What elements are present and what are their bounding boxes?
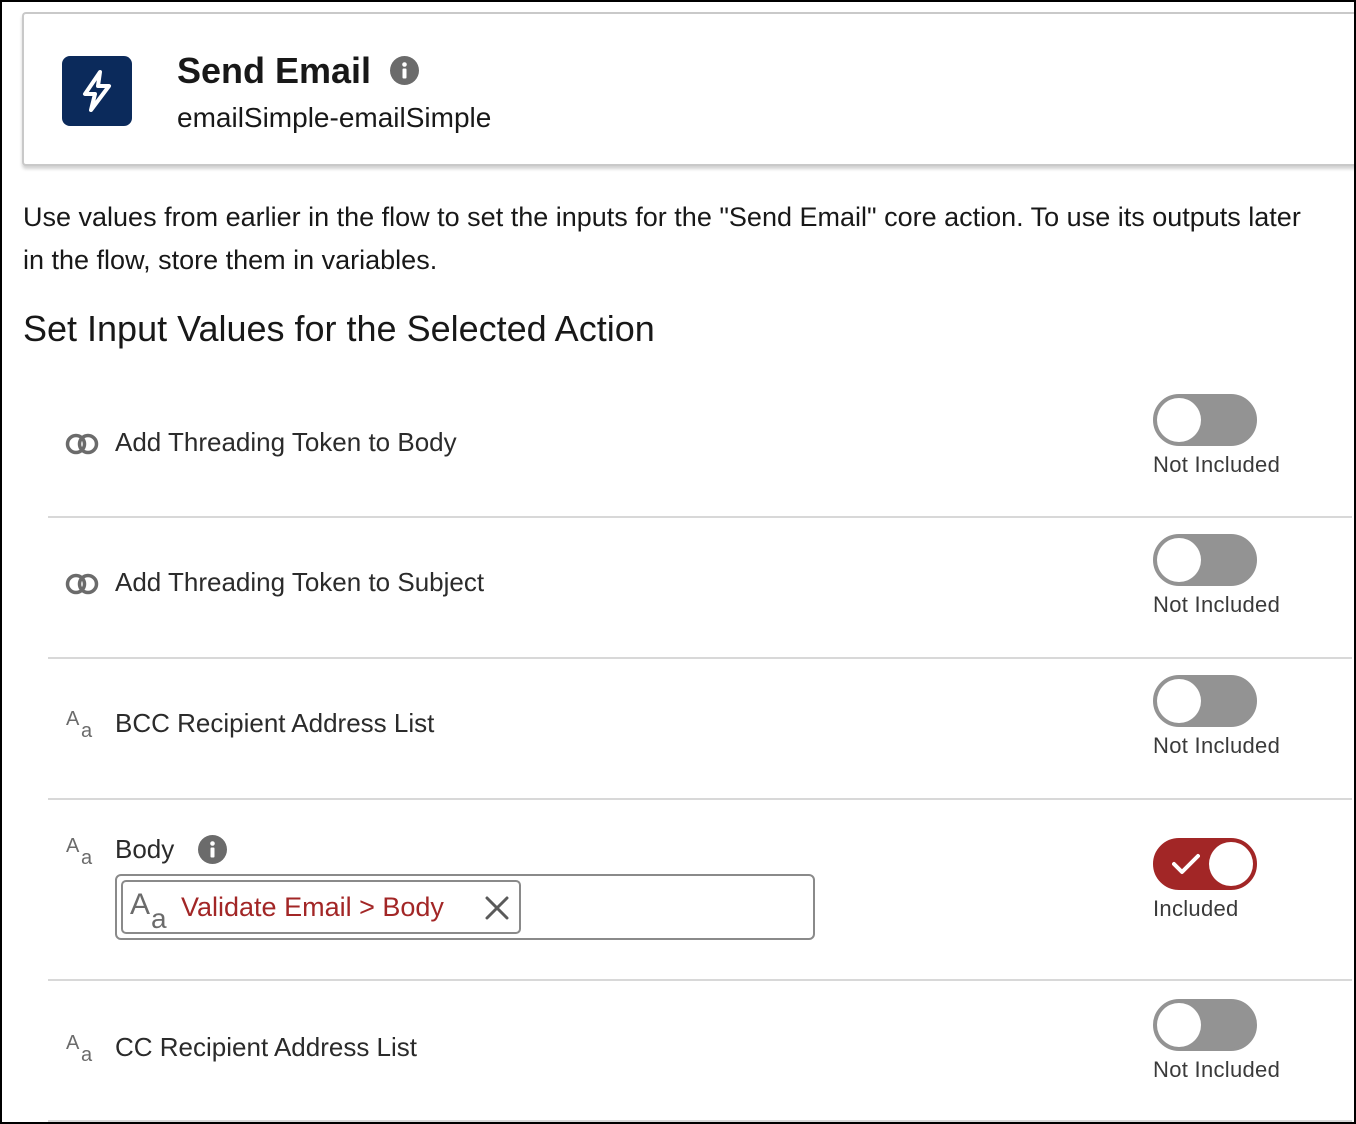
text-type-icon: A a: [66, 708, 93, 741]
include-toggle[interactable]: [1153, 534, 1257, 586]
svg-text:A: A: [130, 888, 150, 921]
input-row-add-threading-token-body: Add Threading Token to Body Not Included: [48, 378, 1352, 518]
close-icon[interactable]: [483, 894, 511, 922]
toggle-status: Not Included: [1153, 1057, 1281, 1082]
info-icon[interactable]: [390, 56, 419, 90]
input-label: Body: [115, 834, 175, 864]
check-icon: [1172, 854, 1200, 874]
lightning-bolt-icon: [62, 56, 132, 126]
toggle-knob: [1157, 538, 1201, 582]
action-api-name: emailSimple-emailSimple: [177, 102, 492, 133]
input-row-cc-recipient-address-list: A a CC Recipient Address List Not Includ…: [48, 981, 1352, 1122]
input-label: CC Recipient Address List: [115, 1032, 418, 1062]
toggle-knob: [1157, 1003, 1201, 1047]
text-type-icon: A a: [66, 1032, 93, 1065]
include-toggle[interactable]: [1153, 675, 1257, 727]
boolean-icon: [65, 573, 99, 595]
info-icon[interactable]: [198, 835, 227, 869]
action-description: Use values from earlier in the flow to s…: [23, 202, 1301, 275]
toggle-status: Not Included: [1153, 452, 1281, 477]
boolean-icon: [65, 433, 99, 455]
flow-action-editor: Send Email emailSimple-emailSimple Use v…: [0, 0, 1356, 1124]
include-toggle[interactable]: [1153, 838, 1257, 890]
svg-text:A: A: [66, 1032, 80, 1054]
input-label: BCC Recipient Address List: [115, 708, 435, 738]
resource-pill[interactable]: A a Validate Email > Body: [121, 880, 521, 934]
resource-pill-label: Validate Email > Body: [181, 892, 444, 922]
svg-text:a: a: [151, 903, 167, 930]
input-label: Add Threading Token to Subject: [115, 567, 485, 597]
include-toggle[interactable]: [1153, 394, 1257, 446]
svg-text:a: a: [81, 720, 93, 741]
body-value-field[interactable]: A a Validate Email > Body: [115, 874, 815, 940]
svg-text:A: A: [66, 708, 80, 730]
toggle-knob: [1157, 398, 1201, 442]
action-header-card: Send Email emailSimple-emailSimple: [22, 12, 1354, 166]
include-toggle[interactable]: [1153, 999, 1257, 1051]
svg-text:a: a: [81, 1044, 93, 1065]
action-title: Send Email: [177, 50, 372, 91]
toggle-status: Not Included: [1153, 733, 1281, 758]
toggle-knob: [1209, 842, 1253, 886]
input-row-bcc-recipient-address-list: A a BCC Recipient Address List Not Inclu…: [48, 659, 1352, 800]
svg-text:a: a: [81, 847, 93, 868]
input-row-add-threading-token-subject: Add Threading Token to Subject Not Inclu…: [48, 518, 1352, 659]
input-label: Add Threading Token to Body: [115, 427, 457, 457]
input-row-body: A a Body A a Validate Email > Body Inclu…: [48, 800, 1352, 981]
section-heading: Set Input Values for the Selected Action: [23, 308, 655, 349]
toggle-status: Included: [1153, 896, 1239, 921]
text-type-icon: A a: [66, 835, 93, 868]
text-type-icon: A a: [130, 888, 167, 930]
toggle-status: Not Included: [1153, 592, 1281, 617]
svg-text:A: A: [66, 835, 80, 857]
toggle-knob: [1157, 679, 1201, 723]
